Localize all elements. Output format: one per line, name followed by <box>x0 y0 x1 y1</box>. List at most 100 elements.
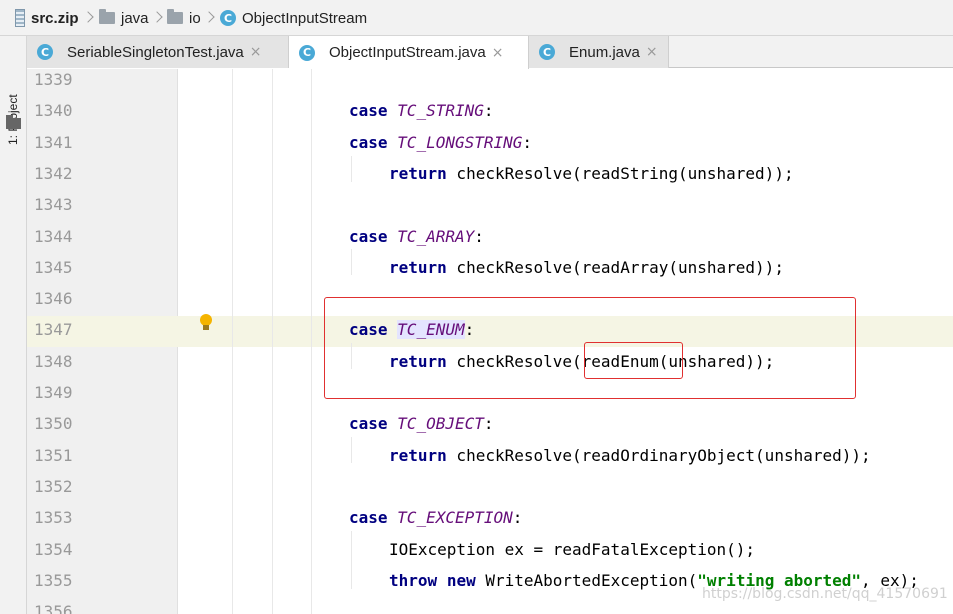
breadcrumb-label: io <box>189 9 201 27</box>
constant-token: TC_OBJECT <box>397 414 484 434</box>
code-editor[interactable]: 1339 1340 case TC_STRING: 1341 case TC_LONGS… <box>27 69 953 614</box>
tab-seriablesingletontest[interactable]: C SeriableSingletonTest.java × <box>27 36 289 68</box>
tab-objectinputstream[interactable]: C ObjectInputStream.java × <box>289 36 529 69</box>
code-text: return checkResolve(readArray(unshared))… <box>389 258 784 277</box>
code-text: IOException ex = readFatalException(); <box>389 540 755 559</box>
close-icon[interactable]: × <box>250 44 262 60</box>
line-number: 1343 <box>34 195 73 215</box>
code-line[interactable]: 1350 case TC_OBJECT: <box>27 410 953 441</box>
code-line[interactable]: 1353 case TC_EXCEPTION: <box>27 504 953 535</box>
indent-guide <box>351 437 352 463</box>
code-token: checkResolve(readOrdinaryObject(unshared… <box>446 445 871 465</box>
code-token: IOException ex = readFatalException(); <box>389 539 756 559</box>
code-line[interactable]: 1339 <box>27 69 953 97</box>
indent-guide <box>351 531 352 589</box>
keyword-token: new <box>446 570 476 590</box>
constant-token: TC_EXCEPTION <box>397 508 513 528</box>
indent-guide <box>272 69 273 614</box>
keyword-token: case <box>349 101 388 121</box>
code-text: return checkResolve(readString(unshared)… <box>389 164 794 183</box>
keyword-token: case <box>349 226 388 246</box>
tab-enum[interactable]: C Enum.java × <box>529 36 669 68</box>
class-icon: C <box>539 44 555 60</box>
breadcrumb-item-src-zip[interactable]: src.zip <box>15 0 79 36</box>
zip-archive-icon <box>15 9 25 27</box>
code-line[interactable]: 1345 return checkResolve(readArray(unshar… <box>27 254 953 285</box>
line-number: 1353 <box>34 508 73 528</box>
keyword-token: return <box>389 445 447 465</box>
code-text: case TC_LONGSTRING: <box>349 133 532 152</box>
keyword-token: case <box>349 508 388 528</box>
code-token: checkResolve(readArray(unshared)); <box>446 257 784 277</box>
code-line[interactable]: 1341 case TC_LONGSTRING: <box>27 129 953 160</box>
indent-guide <box>311 69 312 614</box>
highlight-box-readenum <box>584 342 683 379</box>
constant-token: TC_ARRAY <box>397 226 475 246</box>
breadcrumb-item-objectinputstream[interactable]: C ObjectInputStream <box>220 0 367 36</box>
line-number: 1350 <box>34 414 73 434</box>
code-token: : <box>483 101 494 121</box>
line-number: 1349 <box>34 383 73 402</box>
close-icon[interactable]: × <box>492 45 504 61</box>
line-number: 1356 <box>34 602 73 614</box>
code-text: case TC_OBJECT: <box>349 414 494 433</box>
indent-guide <box>351 249 352 275</box>
line-number: 1351 <box>34 445 73 465</box>
watermark: https://blog.csdn.net/qq_41570691 <box>702 586 948 602</box>
folder-icon <box>167 9 183 24</box>
keyword-token: case <box>349 414 388 434</box>
tab-label: SeriableSingletonTest.java <box>67 43 244 61</box>
lightbulb-icon[interactable] <box>200 314 212 332</box>
code-line[interactable]: 1342 return checkResolve(readString(unsha… <box>27 160 953 191</box>
breadcrumb-item-java[interactable]: java <box>99 0 149 36</box>
code-token: : <box>522 132 533 152</box>
code-line[interactable]: 1343 <box>27 191 953 222</box>
chevron-right-icon <box>84 9 92 27</box>
line-number: 1355 <box>34 570 73 590</box>
code-text: case TC_STRING: <box>349 101 494 120</box>
code-line[interactable]: 1340 case TC_STRING: <box>27 97 953 128</box>
project-folder-icon[interactable] <box>6 115 21 129</box>
keyword-token: return <box>389 257 447 277</box>
tool-window-strip: 1: Project <box>0 36 27 614</box>
line-number: 1354 <box>34 539 73 559</box>
code-token: : <box>483 414 494 434</box>
keyword-token: case <box>349 132 388 152</box>
code-text: return checkResolve(readOrdinaryObject(u… <box>389 446 871 465</box>
code-token: : <box>512 508 523 528</box>
line-number: 1341 <box>34 132 73 152</box>
code-token: WriteAbortedException( <box>475 570 698 590</box>
code-line[interactable]: 1344 case TC_ARRAY: <box>27 223 953 254</box>
code-text: case TC_EXCEPTION: <box>349 508 522 527</box>
code-line[interactable]: 1354 IOException ex = readFatalException(… <box>27 536 953 567</box>
keyword-token: return <box>389 163 447 183</box>
line-number: 1342 <box>34 163 73 183</box>
breadcrumb-item-io[interactable]: io <box>167 0 201 36</box>
code-text: case TC_ARRAY: <box>349 227 484 246</box>
code-line[interactable]: 1351 return checkResolve(readOrdinaryObje… <box>27 442 953 473</box>
breadcrumb: src.zip java io C ObjectInputStream <box>0 0 953 36</box>
line-number: 1344 <box>34 226 73 246</box>
keyword-token: throw <box>389 570 438 590</box>
class-icon: C <box>37 44 53 60</box>
close-icon[interactable]: × <box>646 44 658 60</box>
code-line[interactable]: 1352 <box>27 473 953 504</box>
line-number: 1340 <box>34 101 73 121</box>
chevron-right-icon <box>205 9 213 27</box>
tab-label: Enum.java <box>569 43 640 61</box>
breadcrumb-label: src.zip <box>31 9 79 27</box>
class-icon: C <box>299 44 315 61</box>
line-number: 1348 <box>34 351 73 371</box>
indent-guide <box>232 69 233 614</box>
line-number: 1346 <box>34 289 73 309</box>
code-token: : <box>474 226 484 246</box>
line-number: 1347 <box>34 320 73 340</box>
indent-guide <box>351 156 352 182</box>
editor-tab-bar: C SeriableSingletonTest.java × C ObjectI… <box>27 36 953 69</box>
